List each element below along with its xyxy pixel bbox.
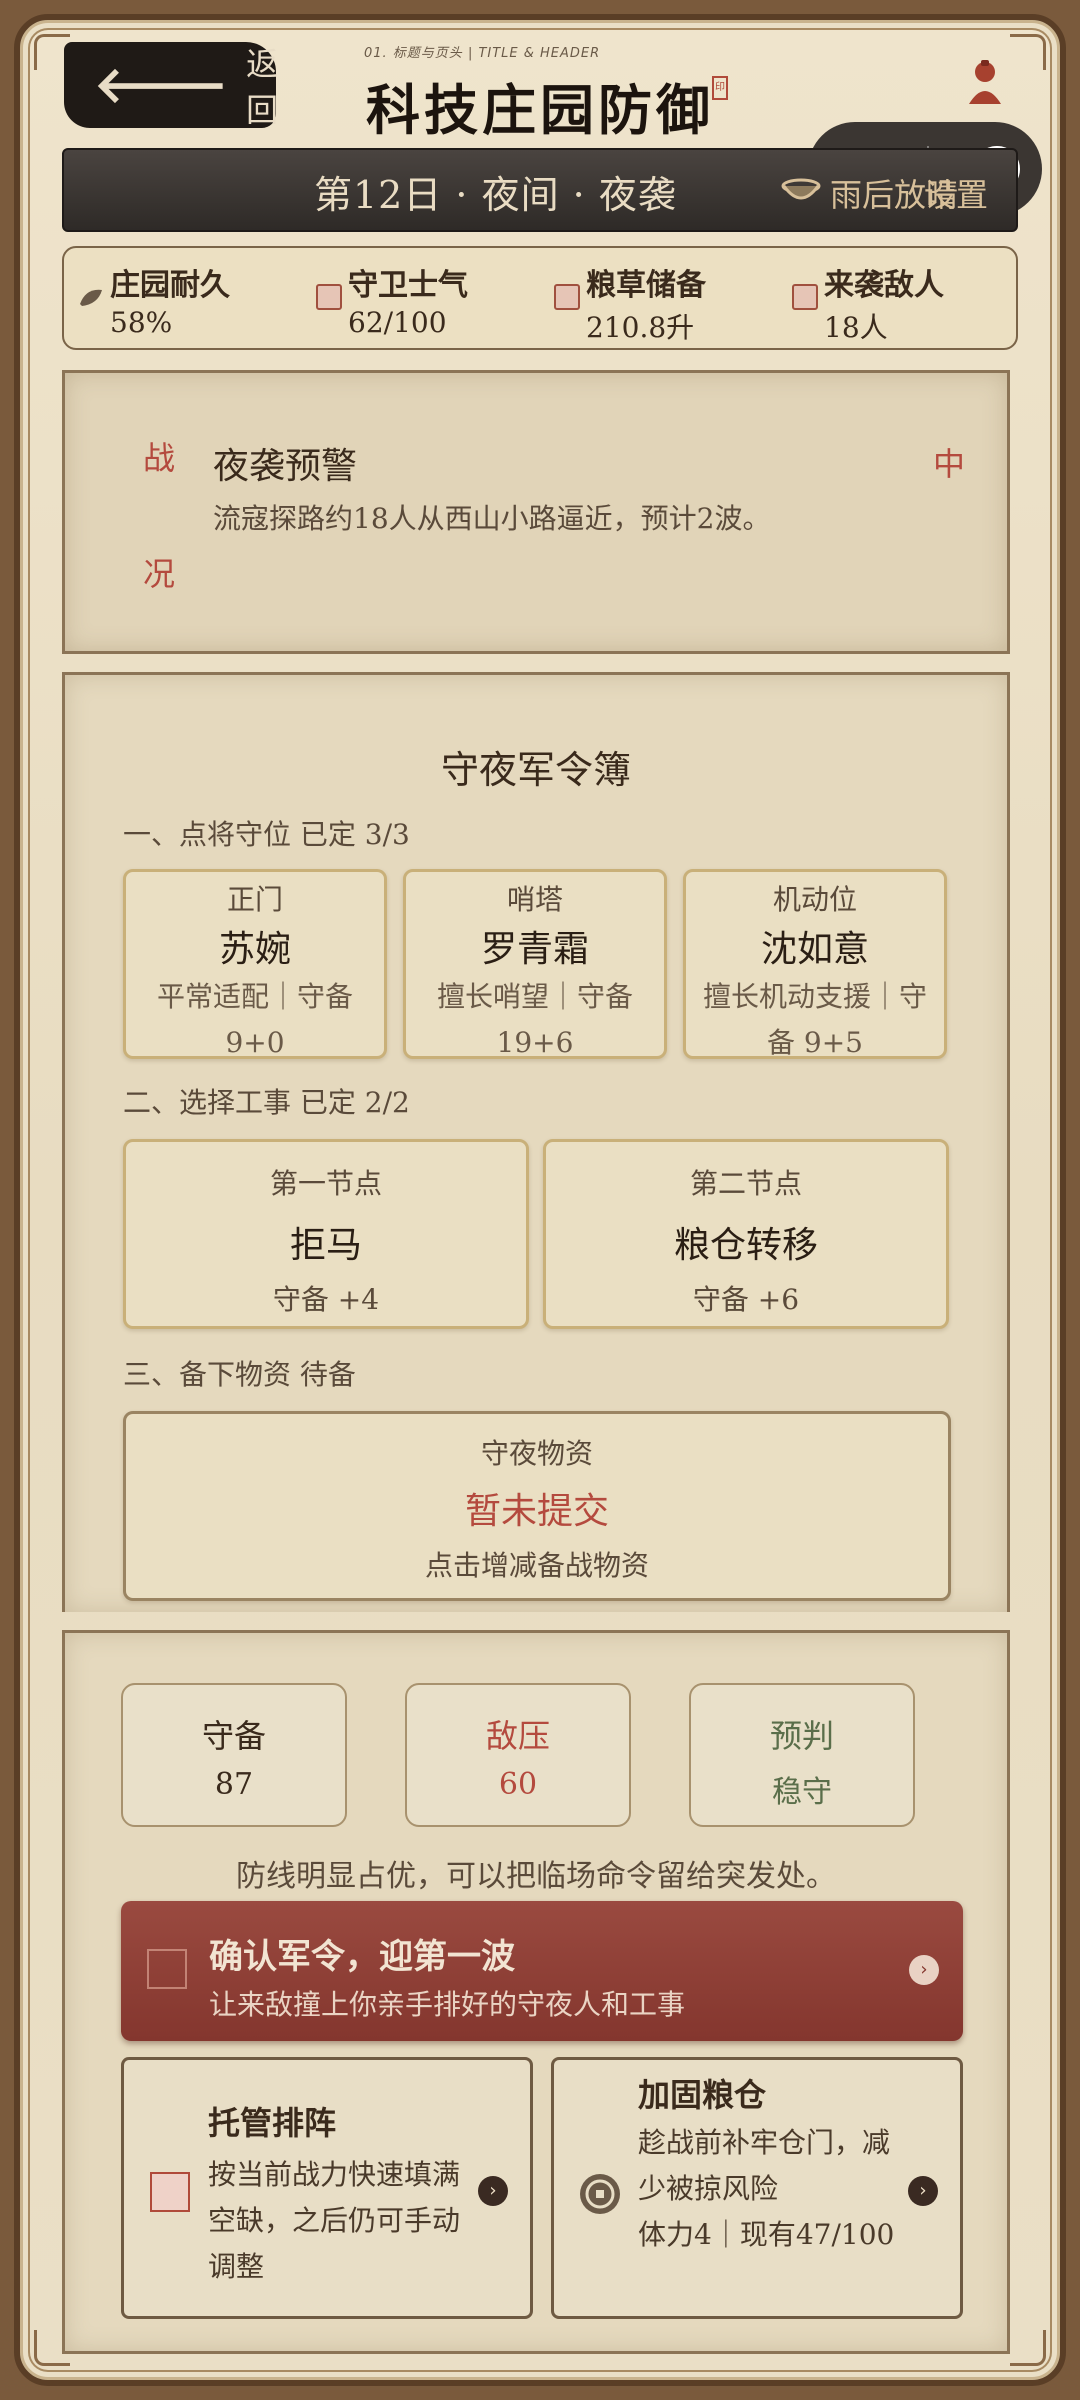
orders-title: 守夜军令簿 <box>440 748 631 792</box>
supply-status: 暂未提交 <box>464 1491 609 1532</box>
confirm-orders-button[interactable]: 确认军令，迎第一波 让来敌撞上你亲手排好的守夜人和工事 › <box>121 1901 963 2041</box>
supply-label: 守夜物资 <box>480 1437 593 1470</box>
page-title: 科技庄园防御 <box>366 78 714 142</box>
post-guard-name: 罗青霜 <box>480 929 589 970</box>
post-guard-desc: 平常适配｜守备 9+0 <box>156 980 353 1059</box>
back-arrow-icon: 🡐 <box>94 56 229 114</box>
stat-grain: 粮草储备 210.8升 <box>540 248 778 348</box>
seal-icon <box>150 2172 190 2212</box>
metric-label: 敌压 <box>485 1717 550 1755</box>
work-card-node2[interactable]: 第二节点 粮仓转移 守备 +6 <box>543 1139 949 1329</box>
metric-value: 87 <box>214 1767 254 1802</box>
battle-alert-card: 战 况 夜袭预警 中 流寇探路约18人从西山小路逼近，预计2波。 <box>62 370 1010 654</box>
alert-title: 夜袭预警 <box>213 446 358 487</box>
chevron-right-icon: › <box>909 1955 939 1985</box>
stat-morale: 守卫士气 62/100 <box>302 248 540 348</box>
stat-label: 粮草储备 <box>586 268 706 303</box>
back-button[interactable]: 🡐 返回 <box>64 42 279 129</box>
alert-level-badge: 中 <box>932 445 965 483</box>
work-card-node1[interactable]: 第一节点 拒马 守备 +4 <box>123 1139 529 1329</box>
chevron-right-icon: › <box>908 2176 938 2206</box>
seal-icon <box>147 1949 187 1989</box>
post-position: 机动位 <box>772 883 857 916</box>
section-header-supplies: 三、备下物资 待备 <box>123 1358 356 1391</box>
metric-enemy-pressure: 敌压 60 <box>405 1683 631 1827</box>
day-text: 第12日 · 夜间 · 夜袭 <box>314 173 677 217</box>
stat-value: 58% <box>110 306 173 339</box>
stat-label: 来袭敌人 <box>824 268 944 303</box>
post-guard-desc: 擅长哨望｜守备 19+6 <box>436 980 633 1059</box>
chevron-right-icon: › <box>478 2176 508 2206</box>
metric-value: 稳守 <box>772 1775 832 1810</box>
metric-label: 守备 <box>201 1717 266 1755</box>
stats-bar: 庄园耐久 58% 守卫士气 62/100 粮草储备 210.8升 来袭敌人 18… <box>62 246 1018 350</box>
summary-note: 防线明显占优，可以把临场命令留给突发处。 <box>236 1859 836 1894</box>
stat-durability: 庄园耐久 58% <box>64 248 302 348</box>
day-status-bar: 第12日 · 夜间 · 夜袭 雨后放晴 设置 <box>62 148 1018 232</box>
post-guard-name: 苏婉 <box>218 929 291 970</box>
stat-label: 守卫士气 <box>348 268 468 303</box>
post-card-mobile[interactable]: 机动位 沈如意 擅长机动支援｜守备 9+5 <box>683 869 947 1059</box>
section-header-posts: 一、点将守位 已定 3/3 <box>123 818 410 851</box>
post-card-tower[interactable]: 哨塔 罗青霜 擅长哨望｜守备 19+6 <box>403 869 667 1059</box>
leaf-icon <box>80 289 102 306</box>
post-guard-name: 沈如意 <box>760 929 869 970</box>
action-desc: 按当前战力快速填满空缺，之后仍可手动调整 <box>208 2158 461 2283</box>
stat-enemies: 来袭敌人 18人 <box>778 248 1016 348</box>
seal-icon <box>792 284 818 310</box>
seal-icon <box>316 284 342 310</box>
action-desc: 趁战前补牢仓门，减少被掠风险 <box>638 2126 891 2205</box>
confirm-subtitle: 让来敌撞上你亲手排好的守夜人和工事 <box>209 1988 686 2021</box>
section-header-works: 二、选择工事 已定 2/2 <box>123 1086 410 1119</box>
metric-value: 60 <box>498 1767 538 1802</box>
night-orders-book: 守夜军令簿 一、点将守位 已定 3/3 正门 苏婉 平常适配｜守备 9+0 哨塔… <box>62 672 1010 1612</box>
metric-defense: 守备 87 <box>121 1683 347 1827</box>
metric-label: 预判 <box>769 1717 834 1755</box>
action-title: 托管排阵 <box>208 2104 337 2142</box>
header-caption: 01. 标题与页头 | TITLE & HEADER <box>364 46 601 61</box>
supply-card[interactable]: 守夜物资 暂未提交 点击增减备战物资 <box>123 1411 951 1601</box>
work-name: 粮仓转移 <box>673 1225 818 1266</box>
title-seal-icon: 印 <box>712 76 728 100</box>
work-bonus: 守备 +6 <box>692 1283 800 1316</box>
work-name: 拒马 <box>289 1225 362 1266</box>
stat-value: 18人 <box>824 311 888 344</box>
post-position: 正门 <box>226 883 283 916</box>
avatar-icon[interactable] <box>966 56 1004 106</box>
seal-icon <box>554 284 580 310</box>
auto-arrange-button[interactable]: 托管排阵 按当前战力快速填满空缺，之后仍可手动调整 › <box>121 2057 533 2319</box>
post-guard-desc: 擅长机动支援｜守备 9+5 <box>702 980 927 1059</box>
post-card-gate[interactable]: 正门 苏婉 平常适配｜守备 9+0 <box>123 869 387 1059</box>
reinforce-granary-button[interactable]: 加固粮仓 趁战前补牢仓门，减少被掠风险 体力4｜现有47/100 › <box>551 2057 963 2319</box>
settings-button[interactable]: 设置 <box>924 170 988 216</box>
alert-description: 流寇探路约18人从西山小路逼近，预计2波。 <box>213 502 771 535</box>
work-bonus: 守备 +4 <box>272 1283 380 1316</box>
stat-label: 庄园耐久 <box>110 268 230 303</box>
alert-vertical-label: 战 <box>143 439 176 477</box>
alert-vertical-label: 况 <box>143 555 176 593</box>
coin-icon <box>580 2174 620 2214</box>
frame-corner <box>1010 34 1046 70</box>
stat-value: 210.8升 <box>586 311 695 344</box>
work-node: 第一节点 <box>269 1167 382 1200</box>
post-position: 哨塔 <box>506 883 563 916</box>
confirm-title: 确认军令，迎第一波 <box>209 1937 515 1977</box>
metric-prediction: 预判 稳守 <box>689 1683 915 1827</box>
stat-value: 62/100 <box>348 306 447 339</box>
summary-panel: 守备 87 敌压 60 预判 稳守 防线明显占优，可以把临场命令留给突发处。 确… <box>62 1630 1010 2354</box>
work-node: 第二节点 <box>689 1167 802 1200</box>
frame-corner <box>1010 2330 1046 2366</box>
supply-hint: 点击增减备战物资 <box>424 1549 649 1582</box>
action-cost: 体力4｜现有47/100 <box>638 2218 895 2251</box>
back-label: 返回 <box>246 45 279 129</box>
action-title: 加固粮仓 <box>638 2076 767 2114</box>
weather-bowl-icon <box>781 178 821 200</box>
